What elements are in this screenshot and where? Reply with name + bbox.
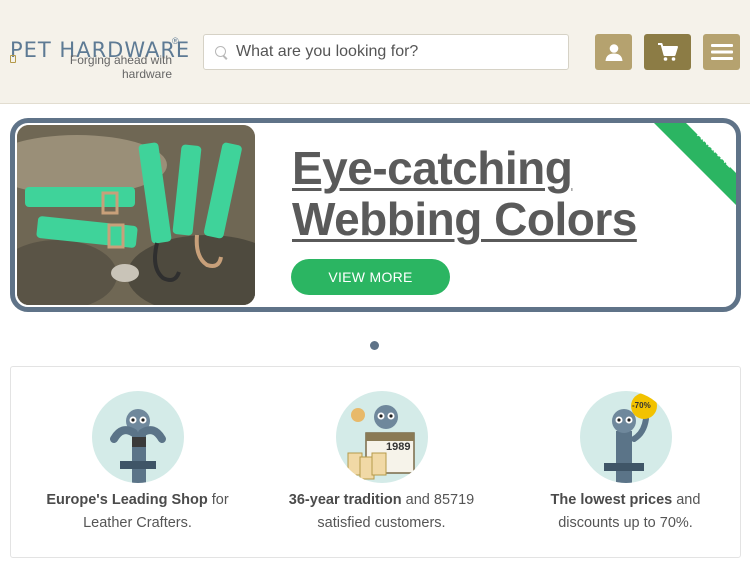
hamburger-icon: [710, 44, 733, 60]
banner-title-line-2: Webbing Colors: [292, 193, 637, 245]
feature-text: Europe's Leading Shop for Leather Crafte…: [11, 489, 264, 535]
mascot-discount-icon: -70%: [580, 391, 672, 483]
carousel-dot-active[interactable]: [370, 341, 379, 350]
banner-product-image: [17, 125, 255, 305]
search-icon: [215, 46, 226, 57]
mascot-strongman-icon: [92, 391, 184, 483]
feature-highlight: Europe's Leading Shop: [46, 492, 208, 508]
feature-rest: for: [207, 492, 229, 508]
feature-lowest-prices: -70% The lowest prices and discounts up …: [499, 367, 742, 557]
calendar-year: 1989: [386, 441, 411, 453]
cart-icon: [657, 43, 678, 61]
cart-button[interactable]: [644, 34, 691, 70]
site-logo[interactable]: PET HARDWARE ® Forging ahead with hardwa…: [10, 36, 190, 86]
feature-rest: and: [672, 492, 701, 508]
discount-badge: -70%: [632, 401, 651, 410]
logo-registered-mark: ®: [172, 36, 179, 46]
site-header: PET HARDWARE ® Forging ahead with hardwa…: [0, 0, 750, 104]
search-box[interactable]: [203, 34, 569, 70]
lock-icon: [10, 55, 16, 63]
feature-text: The lowest prices and discounts up to 70…: [499, 489, 750, 535]
feature-line-2: Leather Crafters.: [83, 515, 192, 531]
feature-leading-shop: Europe's Leading Shop for Leather Crafte…: [11, 367, 254, 557]
feature-highlight: The lowest prices: [550, 492, 673, 508]
promo-banner[interactable]: Eye-catching Webbing Colors VIEW MORE NE…: [10, 118, 741, 312]
banner-title[interactable]: Eye-catching Webbing Colors: [292, 143, 637, 245]
feature-tradition: 1989 36-year tradition and 85719 satisfi…: [255, 367, 498, 557]
new-arrival-ribbon: NEW ARRIVAL: [641, 123, 736, 218]
feature-text: 36-year tradition and 85719 satisfied cu…: [255, 489, 508, 535]
feature-line-2: satisfied customers.: [317, 515, 446, 531]
mascot-calendar-icon: 1989: [336, 391, 428, 483]
feature-rest: and 85719: [401, 492, 475, 508]
feature-highlight: 36-year tradition: [288, 492, 402, 508]
user-icon: [605, 44, 622, 61]
search-input[interactable]: [236, 35, 566, 69]
feature-line-2: discounts up to 70%.: [558, 515, 693, 531]
features-panel: Europe's Leading Shop for Leather Crafte…: [10, 366, 741, 558]
view-more-button[interactable]: VIEW MORE: [291, 259, 450, 295]
menu-button[interactable]: [703, 34, 740, 70]
logo-tagline: Forging ahead with hardware: [69, 53, 172, 81]
account-button[interactable]: [595, 34, 632, 70]
banner-title-line-1: Eye-catching: [292, 142, 573, 194]
